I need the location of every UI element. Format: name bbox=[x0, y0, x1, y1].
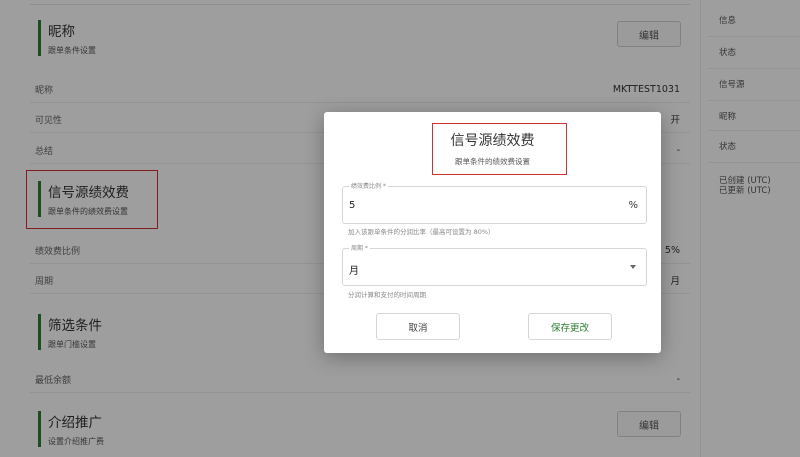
field-hint: 加入该跟单条件的分润比率（最高可设置为 80%） bbox=[348, 228, 495, 236]
field-label: 绩效费比例 * bbox=[349, 181, 388, 190]
ratio-input[interactable]: 5 bbox=[349, 200, 355, 211]
percent-unit: % bbox=[628, 200, 638, 211]
field-label: 周期 * bbox=[349, 243, 370, 252]
period-select[interactable]: 周期 * 月 bbox=[342, 243, 647, 286]
chevron-down-icon[interactable] bbox=[630, 265, 636, 269]
fee-settings-dialog: 信号源绩效费 跟单条件的绩效费设置 绩效费比例 * 5 % 加入该跟单条件的分润… bbox=[324, 112, 661, 353]
ratio-field[interactable]: 绩效费比例 * 5 % bbox=[342, 181, 647, 224]
cancel-button[interactable]: 取消 bbox=[376, 313, 460, 340]
save-changes-button[interactable]: 保存更改 bbox=[528, 313, 612, 340]
field-hint: 分润计算和支付的时间周期 bbox=[348, 291, 426, 299]
period-value: 月 bbox=[349, 266, 359, 277]
highlight-box bbox=[432, 123, 567, 175]
